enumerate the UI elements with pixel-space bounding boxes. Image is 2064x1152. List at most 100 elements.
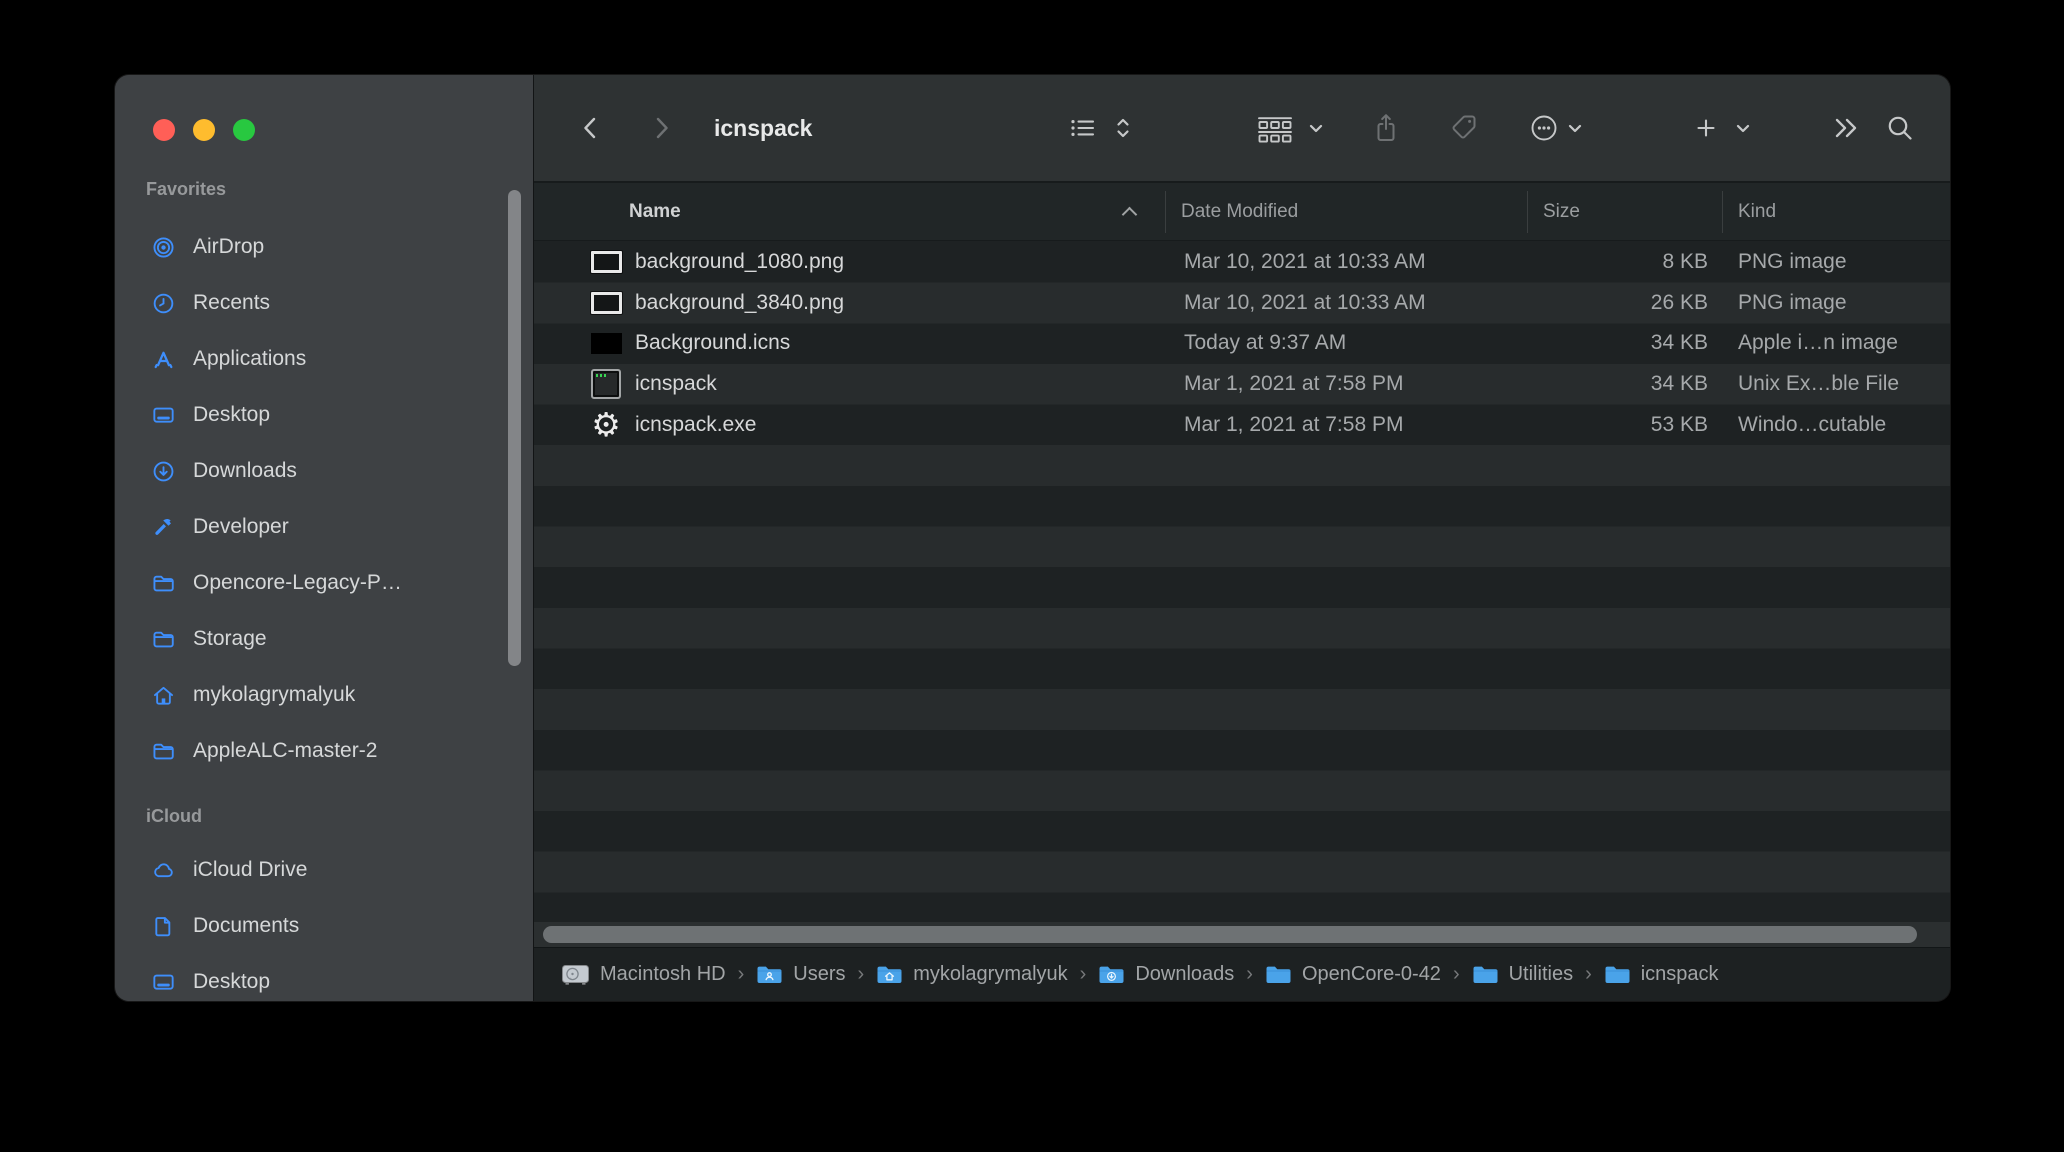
share-button[interactable] <box>1371 75 1401 181</box>
breadcrumb-separator: › <box>1080 963 1087 986</box>
file-name: background_1080.png <box>635 242 844 283</box>
sidebar-scrollbar[interactable] <box>508 190 521 666</box>
clock-icon <box>148 288 178 318</box>
window-controls <box>153 119 255 141</box>
file-kind: PNG image <box>1738 283 1847 324</box>
sidebar-item-applications[interactable]: Applications <box>115 331 513 387</box>
sidebar-item-developer[interactable]: Developer <box>115 499 513 555</box>
download-circle-icon <box>148 456 178 486</box>
file-date-modified: Mar 1, 2021 at 7:58 PM <box>1184 405 1403 446</box>
sidebar-item-label: Desktop <box>193 403 270 427</box>
breadcrumb-utilities[interactable]: Utilities <box>1472 963 1573 986</box>
view-sort-chevrons-icon[interactable] <box>1112 75 1134 181</box>
column-divider[interactable] <box>1527 191 1528 233</box>
hammer-icon <box>148 512 178 542</box>
sidebar-item-downloads[interactable]: Downloads <box>115 443 513 499</box>
file-size: 53 KB <box>1534 405 1708 446</box>
png-thumbnail-icon <box>584 242 628 283</box>
favorites-list: AirDrop Recents Applications <box>115 219 513 779</box>
sidebar-item-desktop[interactable]: Desktop <box>115 387 513 443</box>
group-by-button[interactable] <box>1248 75 1302 181</box>
folder-icon <box>148 568 178 598</box>
icns-thumbnail-icon <box>584 323 628 364</box>
search-button[interactable] <box>1884 75 1916 181</box>
column-header-row: Name Date Modified Size Kind <box>534 181 1950 241</box>
file-size: 8 KB <box>1534 242 1708 283</box>
more-actions-button[interactable] <box>1527 75 1561 181</box>
file-date-modified: Mar 10, 2021 at 10:33 AM <box>1184 242 1426 283</box>
forward-button[interactable] <box>647 75 675 181</box>
file-kind: PNG image <box>1738 242 1847 283</box>
sidebar-item-recents[interactable]: Recents <box>115 275 513 331</box>
toolbar-overflow-button[interactable] <box>1829 75 1863 181</box>
view-list-button[interactable] <box>1067 75 1105 181</box>
sidebar-item-storage[interactable]: Storage <box>115 611 513 667</box>
file-name: icnspack <box>635 364 717 405</box>
column-divider[interactable] <box>1165 191 1166 233</box>
breadcrumb-macintosh-hd[interactable]: Macintosh HD <box>561 963 726 986</box>
breadcrumb-icnspack[interactable]: icnspack <box>1604 963 1719 986</box>
file-row[interactable]: ⚙ icnspack.exe Mar 1, 2021 at 7:58 PM 53… <box>534 405 1950 446</box>
folder-icon <box>148 624 178 654</box>
more-actions-chevron-icon[interactable] <box>1565 75 1585 181</box>
breadcrumb-label: mykolagrymalyuk <box>913 963 1067 986</box>
sidebar-item-icloud-drive[interactable]: iCloud Drive <box>115 842 513 898</box>
horizontal-scrollbar-thumb[interactable] <box>543 926 1917 943</box>
breadcrumb-label: Macintosh HD <box>600 963 726 986</box>
breadcrumb-opencore[interactable]: OpenCore-0-42 <box>1265 963 1441 986</box>
group-by-chevron-icon[interactable] <box>1306 75 1326 181</box>
tag-button[interactable] <box>1449 75 1481 181</box>
breadcrumb-downloads[interactable]: Downloads <box>1098 963 1234 986</box>
sidebar-item-airdrop[interactable]: AirDrop <box>115 219 513 275</box>
favorites-section-title: Favorites <box>146 179 226 200</box>
sidebar-item-label: AppleALC-master-2 <box>193 739 377 763</box>
sort-ascending-icon <box>1122 207 1138 223</box>
folder-icon <box>148 736 178 766</box>
column-header-kind[interactable]: Kind <box>1738 183 1776 241</box>
breadcrumb-users[interactable]: Users <box>756 963 845 986</box>
minimize-button[interactable] <box>193 119 215 141</box>
zoom-button[interactable] <box>233 119 255 141</box>
folder-downloads-icon <box>1098 964 1125 985</box>
sidebar-item-label: AirDrop <box>193 235 264 259</box>
sidebar-item-opencore-legacy[interactable]: Opencore-Legacy-P… <box>115 555 513 611</box>
column-header-name[interactable]: Name <box>629 183 681 241</box>
sidebar-item-label: Storage <box>193 627 267 651</box>
new-folder-chevron-icon[interactable] <box>1733 75 1753 181</box>
back-button[interactable] <box>577 75 605 181</box>
breadcrumb-separator: › <box>1453 963 1460 986</box>
sidebar-item-label: Applications <box>193 347 306 371</box>
breadcrumb-label: Utilities <box>1509 963 1573 986</box>
new-folder-button[interactable] <box>1692 75 1720 181</box>
icloud-section-title: iCloud <box>146 806 202 827</box>
breadcrumb-user-home[interactable]: mykolagrymalyuk <box>876 963 1067 986</box>
file-size: 26 KB <box>1534 283 1708 324</box>
sidebar-item-documents[interactable]: Documents <box>115 898 513 954</box>
desktop-icon <box>148 967 178 997</box>
file-row[interactable]: icnspack Mar 1, 2021 at 7:58 PM 34 KB Un… <box>534 364 1950 405</box>
column-header-date-modified[interactable]: Date Modified <box>1181 183 1298 241</box>
file-kind: Unix Ex…ble File <box>1738 364 1899 405</box>
sidebar-item-desktop-icloud[interactable]: Desktop <box>115 954 513 1001</box>
file-row[interactable]: background_3840.png Mar 10, 2021 at 10:3… <box>534 283 1950 324</box>
breadcrumb-label: icnspack <box>1641 963 1719 986</box>
file-size: 34 KB <box>1534 323 1708 364</box>
desktop-background: Favorites AirDrop Recents <box>0 0 2064 1152</box>
sidebar-item-home[interactable]: mykolagrymalyuk <box>115 667 513 723</box>
column-divider[interactable] <box>1722 191 1723 233</box>
sidebar-item-label: mykolagrymalyuk <box>193 683 355 707</box>
close-button[interactable] <box>153 119 175 141</box>
path-bar: Macintosh HD › Users › <box>534 947 1950 1001</box>
breadcrumb-label: Users <box>793 963 845 986</box>
folder-icon <box>1472 964 1499 985</box>
png-thumbnail-icon <box>584 283 628 324</box>
horizontal-scrollbar-track[interactable] <box>534 922 1950 947</box>
sidebar-item-label: Recents <box>193 291 270 315</box>
hard-drive-icon <box>561 963 590 986</box>
breadcrumb-label: OpenCore-0-42 <box>1302 963 1441 986</box>
file-row[interactable]: background_1080.png Mar 10, 2021 at 10:3… <box>534 242 1950 283</box>
file-row[interactable]: Background.icns Today at 9:37 AM 34 KB A… <box>534 323 1950 364</box>
sidebar-item-applealc[interactable]: AppleALC-master-2 <box>115 723 513 779</box>
sidebar: Favorites AirDrop Recents <box>115 75 533 1001</box>
column-header-size[interactable]: Size <box>1543 183 1580 241</box>
